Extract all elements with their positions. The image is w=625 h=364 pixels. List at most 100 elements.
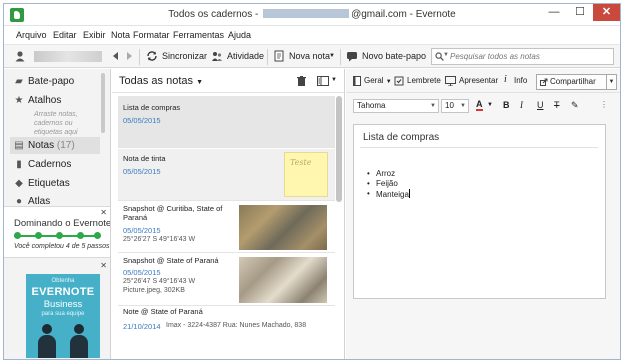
- note-item[interactable]: Note @ State of Paraná 21/10/2014 Imax -…: [118, 307, 335, 347]
- menu-ferramentas[interactable]: Ferramentas: [173, 30, 224, 40]
- note-date: 05/05/2015: [123, 167, 161, 176]
- note-item[interactable]: Snapshot @ State of Paraná 05/05/2015 25…: [118, 254, 335, 306]
- sync-button[interactable]: Sincronizar: [162, 51, 207, 61]
- menu-formatar[interactable]: Formatar: [133, 30, 170, 40]
- back-icon[interactable]: [110, 50, 122, 62]
- progress-step: [56, 232, 63, 239]
- notes-scrollbar[interactable]: [336, 96, 342, 202]
- sidebar-item-shortcuts[interactable]: ★ Atalhos: [13, 95, 62, 108]
- new-note-button[interactable]: Nova nota: [289, 51, 330, 61]
- chevron-down-icon: ▼: [430, 103, 436, 109]
- search-input[interactable]: [450, 51, 610, 62]
- note-coordinates: 25°26'27 S 49°16'43 W: [123, 236, 196, 243]
- notes-list-title[interactable]: Todas as notas ▼: [119, 75, 203, 87]
- bold-button[interactable]: B: [503, 100, 510, 110]
- title-bar: Todos os cadernos - @gmail.com - Evernot…: [4, 4, 620, 26]
- photo-thumbnail: [239, 257, 327, 303]
- note-title-line2: Paraná: [123, 213, 148, 222]
- user-icon[interactable]: [14, 50, 26, 62]
- new-chat-button[interactable]: Novo bate-papo: [362, 51, 426, 61]
- underline-button[interactable]: U: [537, 100, 544, 110]
- menu-bar: Arquivo Editar Exibir Nota Formatar Ferr…: [4, 27, 620, 43]
- note-item[interactable]: Snapshot @ Curitiba, State of Paraná 05/…: [118, 202, 335, 253]
- note-title: Note @ State of Paraná: [123, 307, 203, 316]
- font-size-select[interactable]: 10 ▼: [441, 99, 469, 113]
- menu-ajuda[interactable]: Ajuda: [228, 30, 251, 40]
- new-chat-icon[interactable]: [346, 50, 358, 62]
- note-title: Snapshot @ Curitiba, State of: [123, 204, 223, 213]
- sidebar-item-label: Atalhos: [28, 95, 62, 106]
- evernote-business-ad[interactable]: Obtenha EVERNOTE Business para sua equip…: [26, 274, 100, 358]
- font-size-value: 10: [445, 101, 454, 110]
- list-item[interactable]: Feijão: [367, 179, 410, 189]
- maximize-button[interactable]: ☐: [567, 4, 593, 21]
- people-illustration: [34, 324, 92, 358]
- info-button[interactable]: Info: [514, 76, 527, 85]
- menu-editar[interactable]: Editar: [53, 30, 77, 40]
- highlight-icon[interactable]: ✎: [571, 100, 579, 111]
- reminder-button[interactable]: Lembrete: [407, 76, 441, 85]
- notebook-selector[interactable]: Geral ▼: [364, 76, 392, 85]
- evernote-window: Todos os cadernos - @gmail.com - Evernot…: [3, 3, 621, 360]
- share-button[interactable]: Compartilhar: [536, 74, 607, 90]
- shortcuts-hint: Arraste notas, cadernos ou etiquetas aqu…: [34, 111, 78, 136]
- view-options-icon[interactable]: [317, 76, 329, 86]
- text-color-dropdown-icon[interactable]: ▼: [487, 102, 493, 108]
- window-title: Todos os cadernos - @gmail.com - Evernot…: [4, 9, 620, 20]
- bullet-list[interactable]: Arroz Feijão Manteiga: [367, 169, 410, 200]
- sidebar-item-notes[interactable]: ▤ Notas (17): [13, 140, 74, 153]
- ad-line2: EVERNOTE: [31, 286, 95, 298]
- present-icon: [445, 76, 456, 86]
- account-name-redacted[interactable]: [34, 51, 102, 62]
- minimize-button[interactable]: —: [541, 4, 567, 21]
- ad-panel: ✕ Obtenha EVERNOTE Business para sua equ…: [4, 260, 110, 359]
- menu-nota[interactable]: Nota: [111, 30, 130, 40]
- sidebar-item-notebooks[interactable]: ▮ Cadernos: [13, 159, 71, 172]
- ad-line4: para sua equipe: [41, 311, 85, 317]
- note-item[interactable]: Lista de compras 05/05/2015: [118, 96, 335, 148]
- ad-line3: Business: [43, 299, 83, 310]
- close-icon[interactable]: ✕: [100, 208, 107, 217]
- italic-button[interactable]: I: [520, 100, 523, 110]
- editor-toolbar: Geral ▼ Lembrete Apresentar i Info Compa…: [346, 69, 620, 93]
- title-divider: [360, 147, 598, 148]
- note-content-area[interactable]: Lista de compras Arroz Feijão Manteiga: [353, 124, 606, 299]
- search-box[interactable]: ▼: [431, 48, 614, 65]
- close-button[interactable]: ✕: [593, 4, 620, 21]
- search-options-icon[interactable]: ▼: [443, 52, 449, 58]
- list-item[interactable]: Arroz: [367, 169, 410, 179]
- sync-icon[interactable]: [146, 50, 158, 62]
- window-title-prefix: Todos os cadernos -: [168, 9, 262, 20]
- note-coordinates: 25°26'47 S 49°16'43 W: [123, 278, 196, 285]
- list-item-with-cursor[interactable]: Manteiga: [367, 189, 410, 200]
- view-options-dropdown-icon[interactable]: ▼: [331, 77, 337, 83]
- chevron-down-icon: ▼: [460, 103, 466, 109]
- sidebar-scrollbar[interactable]: [101, 73, 105, 133]
- activity-icon[interactable]: [211, 50, 223, 62]
- present-button[interactable]: Apresentar: [459, 76, 498, 85]
- notes-list-panel: Todas as notas ▼ ▼ Lista de compras 05/0…: [112, 69, 345, 359]
- chat-icon: ▰: [15, 76, 23, 87]
- note-item[interactable]: Nota de tinta 05/05/2015 Teste: [118, 149, 335, 201]
- sidebar-item-label: Etiquetas: [28, 178, 70, 189]
- note-date: 05/05/2015: [123, 268, 161, 277]
- close-icon[interactable]: ✕: [100, 261, 107, 270]
- notes-list-title-text: Todas as notas: [119, 75, 193, 87]
- menu-exibir[interactable]: Exibir: [83, 30, 106, 40]
- share-dropdown-icon[interactable]: ▼: [607, 74, 617, 90]
- reminder-icon: [394, 76, 404, 86]
- note-title-field[interactable]: Lista de compras: [363, 132, 439, 143]
- trash-icon[interactable]: [297, 76, 306, 86]
- font-family-select[interactable]: Tahoma ▼: [353, 99, 439, 113]
- new-note-icon[interactable]: [273, 50, 285, 62]
- notes-icon: ▤: [14, 140, 24, 151]
- strikethrough-button[interactable]: T: [554, 100, 560, 110]
- sidebar-item-chat[interactable]: ▰ Bate-papo: [13, 76, 74, 89]
- new-note-dropdown-icon[interactable]: ▼: [329, 53, 335, 59]
- forward-icon[interactable]: [123, 50, 135, 62]
- more-options-icon[interactable]: ⋮: [600, 100, 608, 109]
- text-color-button[interactable]: A: [476, 100, 483, 111]
- sidebar-item-tags[interactable]: ◆ Etiquetas: [13, 178, 70, 191]
- activity-button[interactable]: Atividade: [227, 51, 264, 61]
- menu-arquivo[interactable]: Arquivo: [16, 30, 47, 40]
